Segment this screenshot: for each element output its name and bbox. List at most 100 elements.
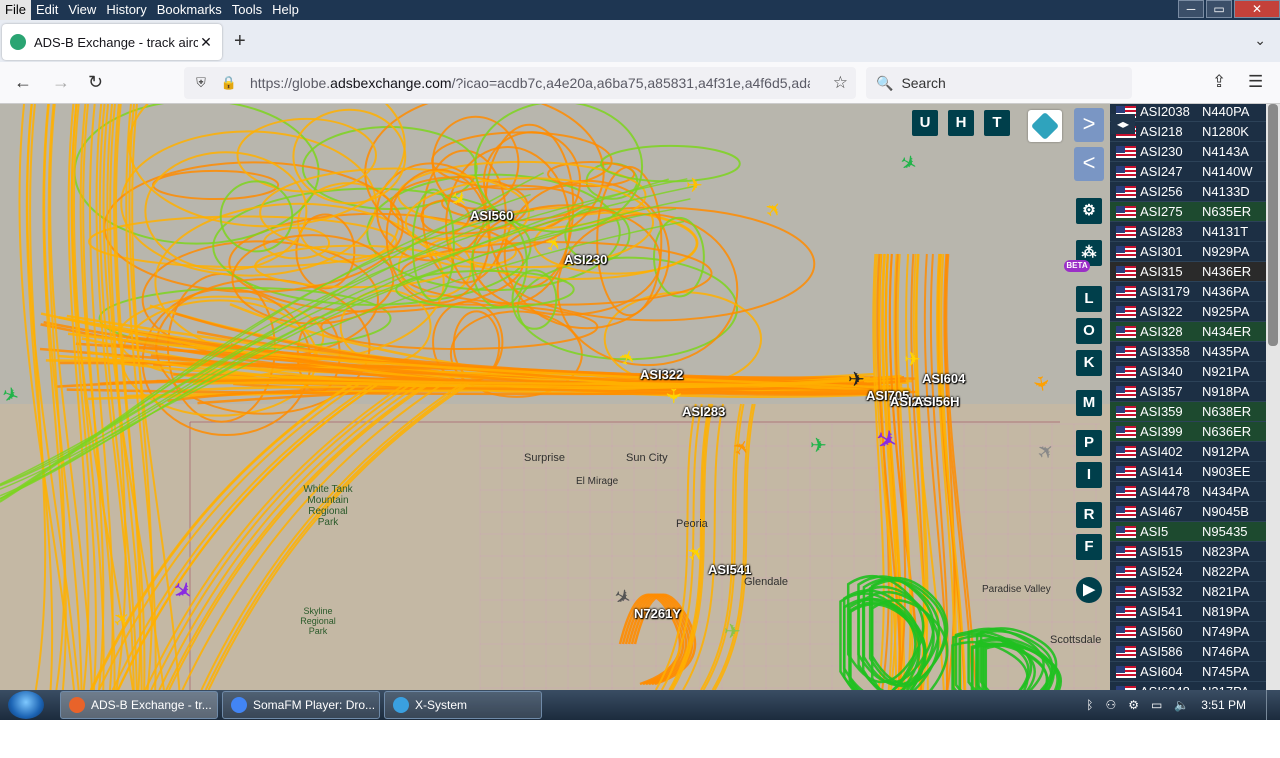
aircraft-label[interactable]: ASI56H xyxy=(914,394,960,409)
units-button[interactable]: U xyxy=(912,110,938,136)
layers-icon[interactable] xyxy=(1028,110,1062,142)
settings-gear-icon[interactable]: ⚙ xyxy=(1076,198,1102,224)
tracks-button[interactable]: T xyxy=(984,110,1010,136)
aircraft-list[interactable]: ASI2038 N440PA ASI218 N1280K ASI230 N4143A ASI… xyxy=(1110,104,1266,690)
maximize-button[interactable]: ▭ xyxy=(1206,0,1232,18)
ident-button[interactable]: I xyxy=(1076,462,1102,488)
reload-button[interactable]: ↻ xyxy=(88,72,103,93)
aircraft-list-row[interactable]: ASI532 N821PA xyxy=(1110,582,1266,602)
aircraft-list-row[interactable]: ASI399 N636ER xyxy=(1110,422,1266,442)
labels-button[interactable]: L xyxy=(1076,286,1102,312)
aircraft-label[interactable]: ASI230 xyxy=(564,252,607,267)
aircraft-list-row[interactable]: ASI6248N317PA xyxy=(1110,682,1266,690)
forward-button[interactable]: → xyxy=(52,72,70,93)
aircraft-label[interactable]: ASI283 xyxy=(682,404,725,419)
aircraft-list-row[interactable]: ASI275 N635ER xyxy=(1110,202,1266,222)
lock-icon[interactable]: 🔒 xyxy=(218,75,240,91)
bluetooth-icon[interactable]: ᛒ xyxy=(1086,698,1093,712)
tab-adsb[interactable]: ADS-B Exchange - track aircraft ✕ xyxy=(2,24,222,60)
url-text[interactable]: https://globe.adsbexchange.com/?icao=acd… xyxy=(250,75,810,91)
o-button[interactable]: O xyxy=(1076,318,1102,344)
aircraft-icon[interactable]: ✈ xyxy=(686,176,703,196)
menu-file[interactable]: File xyxy=(0,0,31,20)
aircraft-list-row[interactable]: ASI4478 N434PA xyxy=(1110,482,1266,502)
aircraft-list-row[interactable]: ASI230 N4143A xyxy=(1110,142,1266,162)
range-button[interactable]: R xyxy=(1076,502,1102,528)
close-tab-icon[interactable]: ✕ xyxy=(198,34,214,51)
aircraft-list-row[interactable]: ASI357 N918PA xyxy=(1110,382,1266,402)
scrollbar-thumb[interactable] xyxy=(1268,104,1278,346)
hide-button[interactable]: H xyxy=(948,110,974,136)
persistence-button[interactable]: P xyxy=(1076,430,1102,456)
new-tab-button[interactable]: + xyxy=(234,30,246,53)
aircraft-list-row[interactable]: ASI524 N822PA xyxy=(1110,562,1266,582)
menu-history[interactable]: History xyxy=(101,0,151,20)
menu-bookmarks[interactable]: Bookmarks xyxy=(152,0,227,20)
show-desktop-button[interactable] xyxy=(1266,690,1280,720)
close-window-button[interactable]: ✕ xyxy=(1234,0,1280,18)
taskbar-firefox[interactable]: ADS-B Exchange - tr... xyxy=(60,691,218,719)
aircraft-list-row[interactable]: ASI402 N912PA xyxy=(1110,442,1266,462)
filter-button[interactable]: F xyxy=(1076,534,1102,560)
map-view[interactable]: Surprise Sun City El Mirage White Tank M… xyxy=(0,104,1110,690)
list-all-tabs-button[interactable]: ⌄ xyxy=(1254,32,1266,49)
clock[interactable]: 3:51 PM xyxy=(1201,698,1246,712)
aircraft-list-row[interactable]: ASI340 N921PA xyxy=(1110,362,1266,382)
aircraft-list-row[interactable]: ASI541 N819PA xyxy=(1110,602,1266,622)
aircraft-icon[interactable]: ✈ xyxy=(661,388,683,405)
aircraft-list-row[interactable]: ASI467 N9045B xyxy=(1110,502,1266,522)
aircraft-icon[interactable]: ✈ xyxy=(1028,374,1053,394)
url-bar[interactable]: ⛨ 🔒 https://globe.adsbexchange.com/?icao… xyxy=(184,67,856,99)
aircraft-list-row[interactable]: ASI560 N749PA xyxy=(1110,622,1266,642)
list-scrollbar[interactable] xyxy=(1266,104,1280,690)
aircraft-list-row[interactable]: ASI328 N434ER xyxy=(1110,322,1266,342)
k-button[interactable]: K xyxy=(1076,350,1102,376)
steam-icon[interactable]: ⚙ xyxy=(1128,698,1139,712)
taskbar-xsystem[interactable]: X-System xyxy=(384,691,542,719)
aircraft-list-row[interactable]: ASI301 N929PA xyxy=(1110,242,1266,262)
extensions-icon[interactable]: ⇪ xyxy=(1212,72,1226,92)
column-resize-icon[interactable]: ◂▸ xyxy=(1111,114,1135,134)
search-input[interactable]: 🔍 Search xyxy=(866,67,1132,99)
next-aircraft-button[interactable]: > xyxy=(1074,108,1104,142)
aircraft-label[interactable]: ASI541 xyxy=(708,562,751,577)
aircraft-list-row[interactable]: ASI3358 N435PA xyxy=(1110,342,1266,362)
menu-view[interactable]: View xyxy=(63,0,101,20)
aircraft-list-row[interactable]: ASI247 N4140W xyxy=(1110,162,1266,182)
back-button[interactable]: ← xyxy=(14,72,32,93)
start-button-icon[interactable] xyxy=(8,691,44,719)
aircraft-list-row[interactable]: ASI5 N95435 xyxy=(1110,522,1266,542)
aircraft-list-row[interactable]: ASI586 N746PA xyxy=(1110,642,1266,662)
volume-icon[interactable]: 🔈 xyxy=(1174,698,1189,712)
aircraft-icon[interactable]: ✈ xyxy=(724,622,741,642)
aircraft-list-row[interactable]: ASI3179 N436PA xyxy=(1110,282,1266,302)
menu-help[interactable]: Help xyxy=(267,0,304,20)
replay-icon[interactable]: ▶ xyxy=(1076,577,1102,603)
aircraft-list-row[interactable]: ASI315 N436ER xyxy=(1110,262,1266,282)
menu-edit[interactable]: Edit xyxy=(31,0,63,20)
minimize-button[interactable]: ─ xyxy=(1178,0,1204,18)
prev-aircraft-button[interactable]: < xyxy=(1074,147,1104,181)
multiselect-button[interactable]: M xyxy=(1076,390,1102,416)
aircraft-label[interactable]: ASI604 xyxy=(922,371,965,386)
aircraft-icon[interactable]: ✈ xyxy=(848,370,865,390)
tracking-shield-icon[interactable]: ⛨ xyxy=(190,75,212,91)
app-menu-icon[interactable]: ☰ xyxy=(1248,72,1263,92)
aircraft-label[interactable]: N7261Y xyxy=(634,606,681,621)
aircraft-list-row[interactable]: ASI283 N4131T xyxy=(1110,222,1266,242)
aircraft-icon[interactable]: ✈ xyxy=(904,350,921,370)
aircraft-list-row[interactable]: ASI414 N903EE xyxy=(1110,462,1266,482)
bookmark-star-icon[interactable]: ☆ xyxy=(833,73,848,93)
aircraft-list-row[interactable]: ASI604 N745PA xyxy=(1110,662,1266,682)
aircraft-icon[interactable]: ✈ xyxy=(810,436,827,456)
taskbar-chrome[interactable]: SomaFM Player: Dro... xyxy=(222,691,380,719)
aircraft-list-row[interactable]: ASI515 N823PA xyxy=(1110,542,1266,562)
aircraft-label[interactable]: ASI560 xyxy=(470,208,513,223)
aircraft-list-row[interactable]: ASI359 N638ER xyxy=(1110,402,1266,422)
network-icon[interactable]: ⚇ xyxy=(1105,698,1116,712)
menu-tools[interactable]: Tools xyxy=(227,0,267,20)
aircraft-list-row[interactable]: ASI322 N925PA xyxy=(1110,302,1266,322)
display-icon[interactable]: ▭ xyxy=(1151,698,1162,712)
aircraft-list-row[interactable]: ASI256 N4133D xyxy=(1110,182,1266,202)
aircraft-label[interactable]: ASI322 xyxy=(640,367,683,382)
